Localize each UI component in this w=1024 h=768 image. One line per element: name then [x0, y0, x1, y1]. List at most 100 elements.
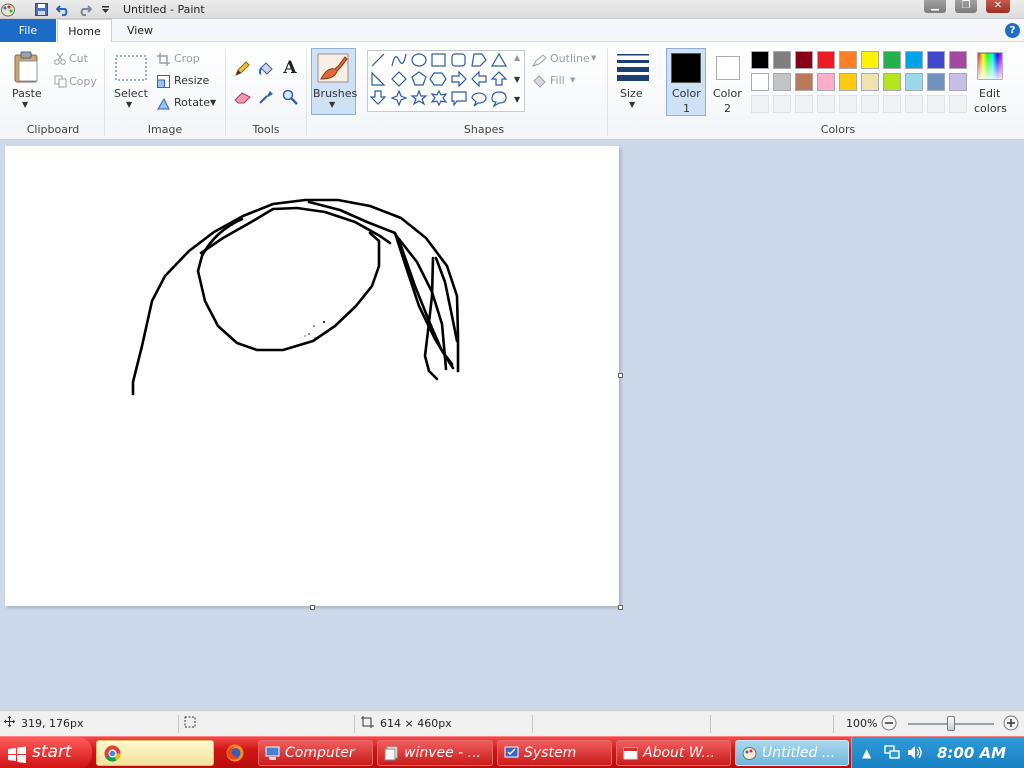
zoom-slider-thumb[interactable] — [947, 716, 955, 731]
pencil-icon[interactable] — [233, 60, 251, 78]
eraser-icon[interactable] — [233, 88, 251, 106]
rotate-dropdown-icon[interactable]: ▼ — [210, 98, 216, 107]
taskbar-item-untitled-paint[interactable]: Untitled ... — [735, 740, 849, 766]
magnifier-icon[interactable] — [281, 88, 299, 106]
taskbar-item-computer[interactable]: Computer — [258, 740, 373, 766]
palette-color-swatch[interactable] — [839, 73, 857, 91]
status-separator — [710, 715, 711, 733]
tab-view[interactable]: View — [115, 19, 165, 42]
help-icon[interactable]: ? — [1005, 23, 1020, 38]
custom-color-slot[interactable] — [927, 95, 945, 113]
fill-bucket-icon[interactable] — [257, 60, 275, 78]
crop-button[interactable]: Crop — [174, 52, 200, 65]
select-icon[interactable] — [114, 54, 148, 82]
firefox-icon[interactable] — [226, 744, 244, 765]
palette-color-swatch[interactable] — [861, 51, 879, 69]
select-dropdown-icon[interactable]: ▼ — [126, 100, 132, 109]
group-label-clipboard: Clipboard — [26, 123, 80, 136]
shapes-scroll-down-icon[interactable]: ▼ — [514, 75, 520, 84]
volume-icon[interactable] — [907, 745, 923, 763]
color-picker-icon[interactable] — [257, 88, 275, 106]
palette-color-swatch[interactable] — [773, 51, 791, 69]
outline-button[interactable]: Outline — [550, 52, 590, 65]
palette-color-swatch[interactable] — [927, 51, 945, 69]
taskbar-item-about[interactable]: About W... — [616, 740, 731, 766]
tray-expand-icon[interactable]: ▲ — [862, 746, 871, 760]
paint-app-icon[interactable] — [0, 2, 16, 17]
zoom-out-button[interactable] — [881, 715, 897, 734]
clock[interactable]: 8:00 AM — [937, 744, 1006, 762]
palette-color-swatch[interactable] — [751, 73, 769, 91]
custom-color-slot[interactable] — [905, 95, 923, 113]
rotate-button[interactable]: Rotate — [174, 96, 210, 109]
save-icon[interactable] — [33, 2, 49, 17]
palette-color-swatch[interactable] — [751, 51, 769, 69]
tab-home[interactable]: Home — [57, 19, 112, 43]
down-arrow-shape-icon — [369, 90, 387, 105]
palette-color-swatch[interactable] — [861, 73, 879, 91]
start-button[interactable]: start — [0, 737, 92, 768]
color2-swatch[interactable] — [716, 56, 740, 80]
custom-color-slot[interactable] — [817, 95, 835, 113]
undo-icon[interactable] — [55, 2, 71, 17]
custom-color-slot[interactable] — [795, 95, 813, 113]
quick-access-dropdown-icon[interactable] — [97, 2, 113, 17]
canvas-resize-handle-right[interactable] — [618, 373, 623, 378]
custom-color-slot[interactable] — [949, 95, 967, 113]
taskbar-item-system[interactable]: System — [497, 740, 612, 766]
brushes-dropdown-icon[interactable]: ▼ — [329, 100, 335, 109]
palette-color-swatch[interactable] — [905, 73, 923, 91]
shapes-scroll-up-icon[interactable]: ▲ — [514, 53, 520, 62]
drawing-canvas[interactable] — [5, 146, 619, 606]
palette-color-swatch[interactable] — [773, 73, 791, 91]
brushes-label: Brushes — [313, 87, 358, 100]
select-button[interactable]: Select — [114, 87, 148, 100]
custom-color-slot[interactable] — [883, 95, 901, 113]
palette-color-swatch[interactable] — [883, 51, 901, 69]
maximize-button[interactable]: ❐ — [955, 0, 977, 13]
custom-color-slot[interactable] — [751, 95, 769, 113]
palette-color-swatch[interactable] — [795, 51, 813, 69]
triangle-shape-icon — [490, 52, 508, 67]
network-icon[interactable] — [884, 745, 900, 763]
redo-icon[interactable] — [77, 2, 93, 17]
fill-button[interactable]: Fill — [550, 74, 565, 87]
fill-dropdown-icon[interactable]: ▼ — [570, 76, 575, 84]
palette-color-swatch[interactable] — [795, 73, 813, 91]
taskbar-item-label: Untitled ... — [762, 745, 836, 761]
taskbar-item-winvee[interactable]: winvee - ... — [377, 740, 493, 766]
palette-color-swatch[interactable] — [949, 73, 967, 91]
palette-color-swatch[interactable] — [905, 51, 923, 69]
minimize-button[interactable]: ▁ — [924, 0, 946, 13]
palette-color-swatch[interactable] — [817, 51, 835, 69]
custom-color-slot[interactable] — [861, 95, 879, 113]
palette-color-swatch[interactable] — [839, 51, 857, 69]
title-bar: Untitled - Paint ▁ ❐ ✕ — [0, 0, 1024, 19]
palette-color-swatch[interactable] — [817, 73, 835, 91]
tab-file[interactable]: File — [0, 19, 56, 42]
edit-colors-icon[interactable] — [976, 51, 1004, 81]
palette-color-swatch[interactable] — [883, 73, 901, 91]
cut-button[interactable]: Cut — [69, 52, 88, 65]
paste-button[interactable]: Paste — [12, 87, 42, 100]
size-button[interactable]: Size — [620, 87, 643, 100]
custom-color-slot[interactable] — [773, 95, 791, 113]
canvas-resize-handle-corner[interactable] — [618, 605, 623, 610]
zoom-in-button[interactable] — [1003, 715, 1019, 734]
chrome-icon[interactable] — [104, 745, 121, 765]
right-arrow-shape-icon — [451, 70, 467, 88]
palette-color-swatch[interactable] — [927, 73, 945, 91]
canvas-resize-handle-bottom[interactable] — [310, 605, 315, 610]
palette-color-swatch[interactable] — [949, 51, 967, 69]
size-icon[interactable] — [616, 52, 650, 82]
resize-button[interactable]: Resize — [174, 74, 209, 87]
paste-dropdown-icon[interactable]: ▼ — [22, 100, 28, 109]
outline-dropdown-icon[interactable]: ▼ — [591, 54, 596, 62]
copy-button[interactable]: Copy — [69, 75, 97, 88]
shapes-more-icon[interactable]: ▼ — [514, 95, 520, 104]
close-button[interactable]: ✕ — [986, 0, 1010, 13]
size-dropdown-icon[interactable]: ▼ — [629, 100, 635, 109]
text-tool-icon[interactable]: A — [281, 58, 299, 78]
custom-color-slot[interactable] — [839, 95, 857, 113]
paste-icon[interactable] — [12, 50, 42, 84]
